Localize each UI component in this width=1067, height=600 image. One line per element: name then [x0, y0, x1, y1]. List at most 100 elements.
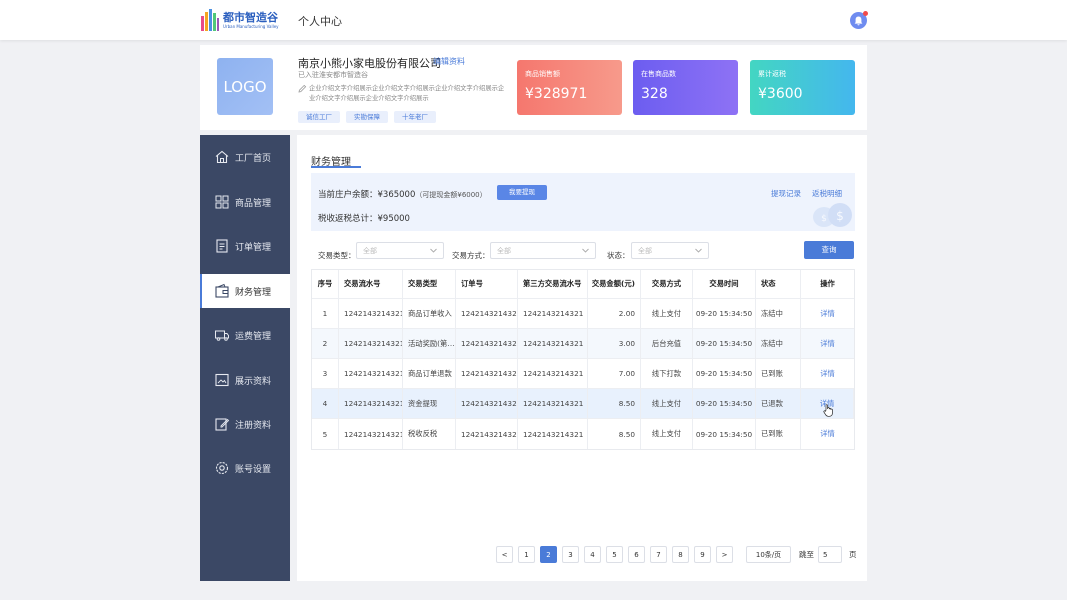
balance-summary: 当前庄户余额：¥365000（可提现金额¥6000） 我要提现 税收返税总计：¥…	[311, 173, 855, 231]
sidebar-item-label: 运费管理	[235, 331, 272, 342]
sidebar-item-finance[interactable]: 财务管理	[200, 274, 290, 308]
cell-third-party: 1242143214321	[518, 419, 588, 449]
page-button[interactable]: 7	[650, 546, 667, 563]
cell-method: 线上支付	[641, 389, 693, 418]
cell-method: 线上支付	[641, 299, 693, 328]
details-link[interactable]: 详情	[820, 309, 835, 319]
company-name: 南京小熊小家电股份有限公司	[298, 57, 441, 70]
page-button[interactable]: 3	[562, 546, 579, 563]
next-page-button[interactable]: >	[716, 546, 733, 563]
chevron-down-icon	[695, 248, 702, 253]
jump-page-input[interactable]: 5	[818, 546, 842, 563]
page-button[interactable]: 6	[628, 546, 645, 563]
select-value: 全部	[638, 247, 652, 255]
cell-third-party: 1242143214321	[518, 299, 588, 328]
column-header: 交易方式	[641, 270, 693, 298]
page-button[interactable]: 5	[606, 546, 623, 563]
sidebar-item-display-info[interactable]: 展示资料	[200, 363, 290, 397]
site-logo[interactable]: 都市智造谷 Urban Manufacturing Valley	[200, 6, 279, 34]
image-icon	[215, 373, 229, 387]
details-link[interactable]: 详情	[820, 429, 835, 439]
cell-no: 2	[312, 329, 339, 358]
withdraw-records-link[interactable]: 提现记录	[771, 188, 801, 199]
stat-value: ¥3600	[758, 86, 803, 102]
sidebar-item-label: 注册资料	[235, 420, 272, 431]
nav-personal-center[interactable]: 个人中心	[298, 13, 342, 29]
cell-time: 09-20 15:34:50	[693, 299, 756, 328]
cell-method: 线下打款	[641, 359, 693, 388]
sidebar-item-label: 订单管理	[235, 242, 272, 253]
cell-time: 09-20 15:34:50	[693, 389, 756, 418]
gear-icon	[215, 461, 229, 475]
table-row: 2 1242143214321 活动奖励(第… 1242143214321 12…	[312, 329, 854, 359]
cell-type: 活动奖励(第…	[403, 329, 456, 358]
page-size-select[interactable]: 10条/页	[746, 546, 791, 563]
table-row: 1 1242143214321 商品订单收入 1242143214321 124…	[312, 299, 854, 329]
cell-amount: 8.50	[588, 389, 641, 418]
status-select[interactable]: 全部	[631, 242, 709, 259]
transactions-table: 序号 交易流水号 交易类型 订单号 第三方交易流水号 交易金额(元) 交易方式 …	[311, 269, 855, 450]
sidebar-item-account-settings[interactable]: 账号设置	[200, 451, 290, 485]
cell-status: 冻结中	[756, 299, 801, 328]
stat-label: 商品销售额	[525, 70, 560, 78]
cell-amount: 3.00	[588, 329, 641, 358]
page-button-current[interactable]: 2	[540, 546, 557, 563]
finance-panel: 财务管理 当前庄户余额：¥365000（可提现金额¥6000） 我要提现 税收返…	[297, 135, 867, 581]
cell-action: 详情	[801, 359, 854, 388]
details-link[interactable]: 详情	[820, 339, 835, 349]
cell-order: 1242143214321	[456, 359, 518, 388]
page-button[interactable]: 1	[518, 546, 535, 563]
sidebar-item-registration[interactable]: 注册资料	[200, 407, 290, 441]
page-button[interactable]: 9	[694, 546, 711, 563]
cell-serial: 1242143214321	[339, 389, 403, 418]
details-link[interactable]: 详情	[820, 369, 835, 379]
company-tag: 诚信工厂	[298, 111, 340, 123]
sidebar-item-orders[interactable]: 订单管理	[200, 229, 290, 263]
account-balance: 当前庄户余额：¥365000（可提现金额¥6000）	[318, 188, 487, 200]
transaction-type-select[interactable]: 全部	[356, 242, 444, 259]
stat-label: 在售商品数	[641, 70, 676, 78]
cell-action: 详情	[801, 329, 854, 358]
sidebar-item-products[interactable]: 商品管理	[200, 185, 290, 219]
page-suffix: 页	[849, 550, 857, 559]
transaction-method-label: 交易方式：	[452, 251, 490, 260]
svg-text:$: $	[836, 209, 844, 223]
cell-third-party: 1242143214321	[518, 389, 588, 418]
column-header: 操作	[820, 279, 835, 288]
svg-text:$: $	[821, 214, 827, 224]
stat-label: 累计返税	[758, 70, 786, 78]
sidebar-item-label: 工厂首页	[235, 153, 272, 164]
column-header: 第三方交易流水号	[518, 270, 588, 298]
column-header: 订单号	[456, 270, 518, 298]
transaction-method-select[interactable]: 全部	[490, 242, 596, 259]
prev-page-button[interactable]: <	[496, 546, 513, 563]
notification-bell-icon[interactable]	[850, 11, 868, 29]
cell-type: 资金提现	[403, 389, 456, 418]
cell-status: 已到账	[756, 419, 801, 449]
sidebar-item-shipping[interactable]: 运费管理	[200, 318, 290, 352]
money-bag-icon: $ $	[813, 203, 852, 227]
sidebar-item-label: 展示资料	[235, 376, 272, 387]
page-button[interactable]: 4	[584, 546, 601, 563]
stat-card-tax-refund: 累计返税 ¥3600	[750, 60, 855, 115]
pencil-icon[interactable]	[298, 84, 307, 97]
transaction-type-label: 交易类型：	[318, 251, 356, 260]
edit-profile-link[interactable]: 编辑资料	[433, 56, 465, 67]
withdrawable-amount: （可提现金额¥6000）	[415, 191, 487, 199]
column-header: 序号	[312, 270, 339, 298]
cell-time: 09-20 15:34:50	[693, 419, 756, 449]
title-underline	[311, 166, 361, 168]
chevron-down-icon	[582, 248, 589, 253]
logo-name: 都市智造谷	[223, 10, 278, 24]
sidebar-item-label: 财务管理	[235, 287, 272, 298]
cell-amount: 7.00	[588, 359, 641, 388]
withdraw-button[interactable]: 我要提现	[497, 185, 547, 200]
page-button[interactable]: 8	[672, 546, 689, 563]
cell-serial: 1242143214321	[339, 329, 403, 358]
cell-order: 1242143214321	[456, 299, 518, 328]
cell-order: 1242143214321	[456, 389, 518, 418]
query-button[interactable]: 查询	[804, 241, 854, 259]
sidebar-item-label: 账号设置	[235, 464, 272, 475]
sidebar-item-factory-home[interactable]: 工厂首页	[200, 140, 290, 174]
table-row: 5 1242143214321 税收反税 1242143214321 12421…	[312, 419, 854, 449]
